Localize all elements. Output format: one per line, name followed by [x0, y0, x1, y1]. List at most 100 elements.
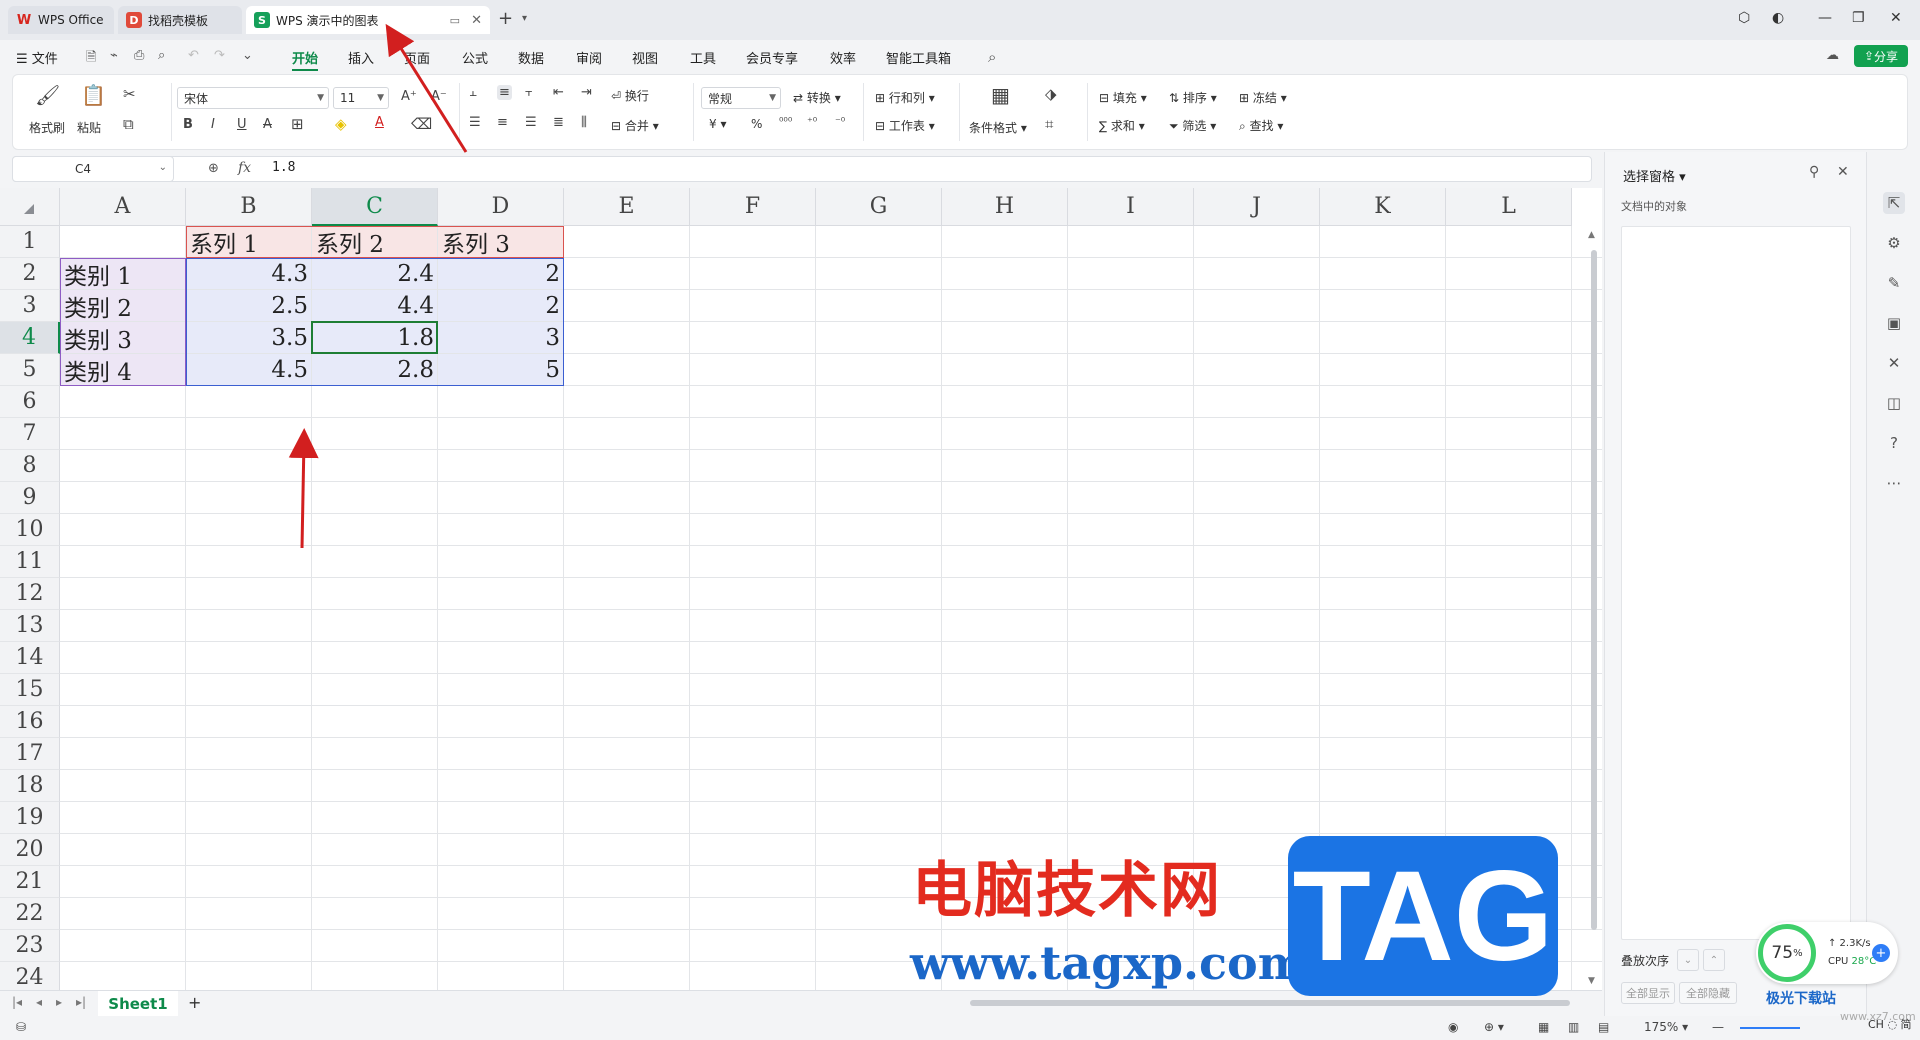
column-header[interactable]: D [438, 188, 564, 226]
share-button[interactable]: ⇪ 分享 [1854, 45, 1908, 67]
row-header[interactable]: 10 [0, 514, 60, 546]
italic-icon[interactable]: I [211, 117, 215, 132]
sum-button[interactable]: ∑ 求和 ▾ [1099, 117, 1145, 134]
indent-decrease-icon[interactable]: ⇤ [553, 85, 564, 100]
move-down-button[interactable]: ⌄ [1677, 949, 1699, 971]
next-sheet-icon[interactable]: ▸ [56, 995, 62, 1009]
column-header[interactable]: I [1068, 188, 1194, 226]
scroll-thumb[interactable] [1591, 250, 1597, 930]
book-icon[interactable]: ◫ [1883, 392, 1905, 414]
menu-data[interactable]: 数据 [518, 48, 544, 67]
row-header[interactable]: 23 [0, 930, 60, 962]
monitor-icon[interactable]: ▭ [450, 14, 460, 27]
align-top-icon[interactable]: ⫠ [469, 85, 477, 100]
undo-icon[interactable]: ↶ [188, 48, 199, 63]
row-header[interactable]: 8 [0, 450, 60, 482]
indent-increase-icon[interactable]: ⇥ [581, 85, 592, 100]
sort-button[interactable]: ⇅ 排序 ▾ [1169, 89, 1217, 106]
row-col-button[interactable]: ⊞ 行和列 ▾ [875, 89, 935, 106]
active-cell-c4[interactable] [311, 321, 438, 354]
row-header[interactable]: 17 [0, 738, 60, 770]
avatar[interactable]: ◐ [1772, 10, 1784, 26]
chevron-down-icon[interactable]: ⌄ [242, 48, 253, 63]
align-left-icon[interactable]: ☰ [469, 115, 481, 130]
column-header[interactable]: C [312, 188, 438, 226]
convert-button[interactable]: ⇄ 转换 ▾ [793, 89, 841, 106]
column-header[interactable]: K [1320, 188, 1446, 226]
select-all-corner[interactable] [0, 188, 60, 226]
scroll-up-icon[interactable]: ▲ [1588, 230, 1595, 240]
new-tab-button[interactable]: + [498, 8, 513, 29]
horizontal-scrollbar[interactable] [970, 1000, 1570, 1006]
tab-wps-office[interactable]: W WPS Office [8, 6, 114, 34]
pin-icon[interactable]: ⚲ [1809, 164, 1819, 180]
paste-icon[interactable]: 📋 [81, 83, 106, 107]
zoom-out-icon[interactable]: — [1712, 1020, 1724, 1034]
row-header[interactable]: 14 [0, 642, 60, 674]
row-header[interactable]: 4 [0, 322, 60, 354]
format-painter-button[interactable]: 格式刷 [29, 119, 65, 136]
row-header[interactable]: 2 [0, 258, 60, 290]
menu-page[interactable]: 页面 [404, 48, 430, 67]
row-header[interactable]: 16 [0, 706, 60, 738]
cell-border-icon[interactable]: ⌗ [1045, 115, 1053, 133]
cube-icon[interactable]: ⬡ [1738, 10, 1750, 26]
objects-list[interactable] [1621, 226, 1851, 940]
column-header[interactable]: H [942, 188, 1068, 226]
row-header[interactable]: 24 [0, 962, 60, 990]
first-sheet-icon[interactable]: |◂ [12, 995, 22, 1009]
formula-value[interactable]: 1.8 [272, 160, 295, 175]
comment-icon[interactable]: ✎ [1883, 272, 1905, 294]
image-icon[interactable]: ▣ [1883, 312, 1905, 334]
show-all-button[interactable]: 全部显示 [1621, 982, 1675, 1004]
row-header[interactable]: 6 [0, 386, 60, 418]
percent-button[interactable]: % [751, 117, 762, 131]
scroll-down-icon[interactable]: ▼ [1588, 976, 1595, 986]
select-cursor-icon[interactable]: ⇱ [1883, 192, 1905, 214]
column-header[interactable]: J [1194, 188, 1320, 226]
eye-protection-icon[interactable]: ◉ [1448, 1020, 1458, 1034]
print-preview-icon[interactable]: ⌕ [158, 48, 165, 63]
row-header[interactable]: 12 [0, 578, 60, 610]
row-header[interactable]: 5 [0, 354, 60, 386]
row-header[interactable]: 9 [0, 482, 60, 514]
row-header[interactable]: 21 [0, 866, 60, 898]
align-center-icon[interactable]: ≡ [497, 115, 508, 130]
border-icon[interactable]: ⊞ [291, 115, 304, 133]
tools-icon[interactable]: ✕ [1883, 352, 1905, 374]
link-icon[interactable]: ⌁ [110, 48, 118, 63]
close-pane-icon[interactable]: ✕ [1837, 164, 1849, 180]
underline-icon[interactable]: U [237, 117, 247, 132]
minimize-icon[interactable]: — [1818, 10, 1832, 26]
menu-home[interactable]: 开始 [292, 48, 318, 67]
conditional-format-button[interactable]: 条件格式 ▾ [969, 119, 1027, 136]
wrap-text-button[interactable]: ⏎ 换行 [611, 87, 649, 104]
font-color-icon[interactable]: A [375, 115, 384, 130]
menu-formula[interactable]: 公式 [462, 48, 488, 67]
redo-icon[interactable]: ↷ [214, 48, 225, 63]
row-header[interactable]: 1 [0, 226, 60, 258]
align-bottom-icon[interactable]: ⫟ [525, 85, 533, 100]
last-sheet-icon[interactable]: ▸| [76, 995, 86, 1009]
decrease-font-icon[interactable]: A⁻ [431, 89, 447, 104]
thousands-icon[interactable]: ⁰⁰⁰ [779, 115, 792, 128]
justify-icon[interactable]: ≣ [553, 115, 564, 130]
freeze-button[interactable]: ⊞ 冻结 ▾ [1239, 89, 1287, 106]
save-icon[interactable]: 🗎 [86, 48, 96, 70]
vertical-scrollbar[interactable]: ▲ ▼ [1588, 228, 1598, 988]
bold-icon[interactable]: B [183, 117, 193, 132]
number-format-select[interactable]: 常规 ▼ [701, 87, 781, 109]
column-header[interactable]: L [1446, 188, 1572, 226]
system-monitor-widget[interactable]: 75% ↑ 2.3K/s CPU 28°C + [1756, 922, 1898, 984]
row-header[interactable]: 13 [0, 610, 60, 642]
font-size-select[interactable]: 11 ▼ [333, 87, 389, 109]
row-header[interactable]: 20 [0, 834, 60, 866]
column-header[interactable]: A [60, 188, 186, 226]
prev-sheet-icon[interactable]: ◂ [36, 995, 42, 1009]
distribute-icon[interactable]: ⫼ [581, 115, 587, 130]
chevron-down-icon[interactable]: ▾ [522, 13, 527, 24]
name-box[interactable]: C4 ⌄ [12, 156, 174, 182]
increase-decimal-icon[interactable]: ⁺⁰ [807, 115, 817, 128]
decrease-decimal-icon[interactable]: ⁻⁰ [835, 115, 845, 128]
add-sheet-button[interactable]: + [188, 993, 201, 1012]
